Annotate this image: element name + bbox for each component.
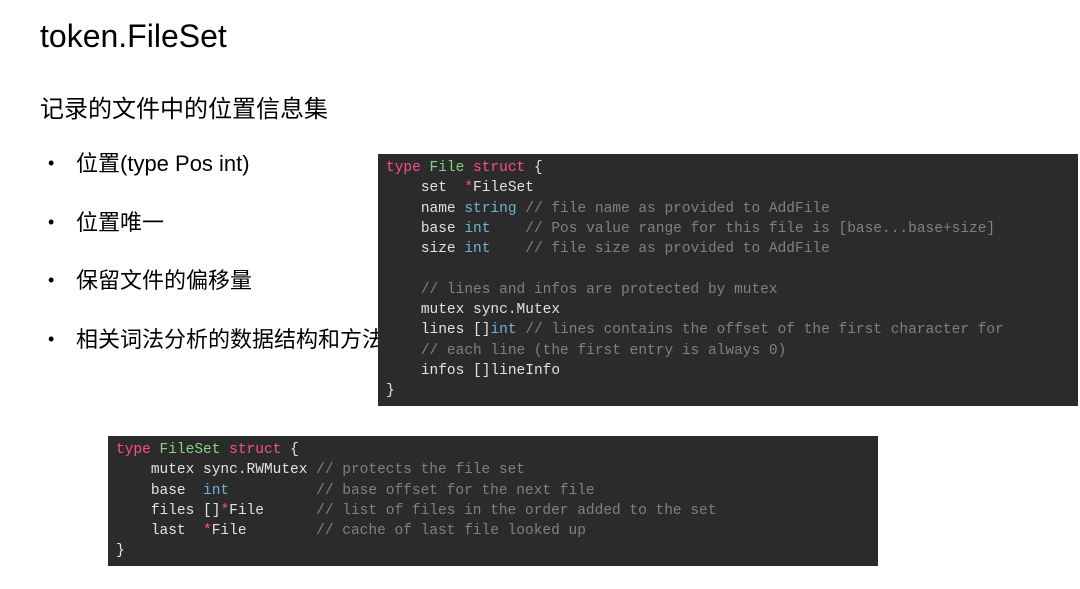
field-name: infos — [421, 363, 465, 379]
keyword-type: type — [386, 160, 421, 176]
field-name: mutex — [421, 302, 465, 318]
builtin-type: int — [203, 483, 229, 499]
field-name: base — [421, 221, 456, 237]
code-block-file-struct: type File struct { set *FileSet name str… — [378, 154, 1078, 406]
type-ref: File — [229, 503, 264, 519]
type-ref: lineInfo — [490, 363, 560, 379]
type-ref: sync.RWMutex — [203, 462, 307, 478]
comment: // Pos value range for this file is [bas… — [525, 221, 995, 237]
comment: // lines contains the offset of the firs… — [525, 322, 1004, 338]
comment: // protects the file set — [316, 462, 525, 478]
keyword-struct: struct — [473, 160, 525, 176]
type-ref: File — [212, 523, 247, 539]
field-name: base — [151, 483, 186, 499]
field-name: mutex — [151, 462, 195, 478]
comment: // lines and infos are protected by mute… — [421, 282, 778, 298]
brace-close: } — [116, 543, 125, 559]
field-name: lines — [421, 322, 465, 338]
brace-open: { — [534, 160, 543, 176]
type-name: File — [430, 160, 465, 176]
comment: // list of files in the order added to t… — [316, 503, 716, 519]
comment: // file name as provided to AddFile — [525, 201, 830, 217]
builtin-type: int — [464, 241, 490, 257]
comment: // base offset for the next file — [316, 483, 594, 499]
bracket: [] — [203, 503, 220, 519]
builtin-type: int — [464, 221, 490, 237]
type-name: FileSet — [160, 442, 221, 458]
code-block-fileset-struct: type FileSet struct { mutex sync.RWMutex… — [108, 436, 878, 566]
star-op: * — [203, 523, 212, 539]
type-ref: sync.Mutex — [473, 302, 560, 318]
field-name: size — [421, 241, 456, 257]
slide: token.FileSet 记录的文件中的位置信息集 位置(type Pos i… — [0, 0, 1080, 354]
bracket: [] — [473, 322, 490, 338]
field-name: name — [421, 201, 456, 217]
star-op: * — [220, 503, 229, 519]
comment: // each line (the first entry is always … — [421, 343, 786, 359]
keyword-type: type — [116, 442, 151, 458]
builtin-type: int — [490, 322, 516, 338]
type-ref: FileSet — [473, 180, 534, 196]
builtin-type: string — [464, 201, 516, 217]
star-op: * — [464, 180, 473, 196]
field-name: files — [151, 503, 195, 519]
comment: // file size as provided to AddFile — [525, 241, 830, 257]
field-name: last — [151, 523, 186, 539]
field-name: set — [421, 180, 447, 196]
brace-open: { — [290, 442, 299, 458]
keyword-struct: struct — [229, 442, 281, 458]
bracket: [] — [473, 363, 490, 379]
comment: // cache of last file looked up — [316, 523, 586, 539]
brace-close: } — [386, 383, 395, 399]
slide-title: token.FileSet — [40, 18, 1040, 55]
slide-subtitle: 记录的文件中的位置信息集 — [40, 89, 1040, 124]
